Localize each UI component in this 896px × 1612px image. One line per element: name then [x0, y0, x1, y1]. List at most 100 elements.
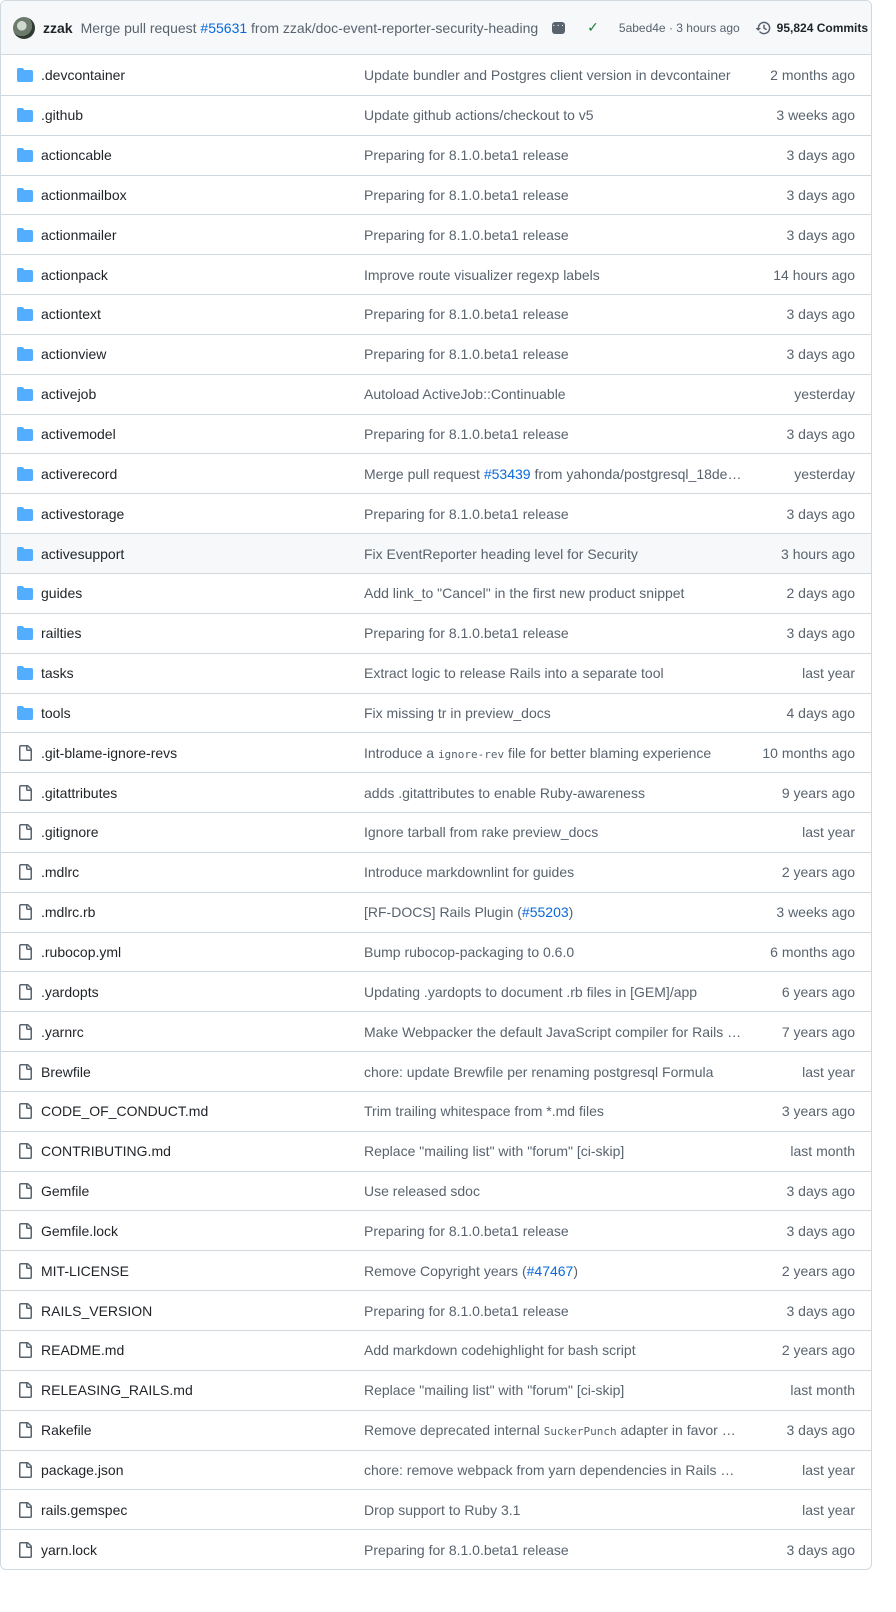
commit-message-link[interactable]: [RF-DOCS] Rails Plugin (#55203) — [364, 904, 742, 920]
file-name-link[interactable]: .rubocop.yml — [41, 944, 121, 960]
commit-age[interactable]: 3 days ago — [787, 1223, 856, 1239]
commit-message-link[interactable]: Preparing for 8.1.0.beta1 release — [364, 1223, 742, 1239]
commit-message-link[interactable]: chore: update Brewfile per renaming post… — [364, 1064, 742, 1080]
commit-message-link[interactable]: Preparing for 8.1.0.beta1 release — [364, 346, 742, 362]
commit-age[interactable]: last year — [802, 1462, 855, 1478]
commit-message-link[interactable]: Extract logic to release Rails into a se… — [364, 665, 742, 681]
pr-link[interactable]: #53439 — [484, 466, 531, 482]
commit-age[interactable]: last month — [790, 1382, 855, 1398]
commits-count[interactable]: 95,824 Commits — [777, 21, 868, 35]
file-name-link[interactable]: yarn.lock — [41, 1542, 97, 1558]
commit-message-link[interactable]: Introduce markdownlint for guides — [364, 864, 742, 880]
commit-age[interactable]: 3 days ago — [787, 1183, 856, 1199]
commit-age[interactable]: 3 days ago — [787, 1542, 856, 1558]
commit-message-link[interactable]: Preparing for 8.1.0.beta1 release — [364, 187, 742, 203]
commit-age[interactable]: yesterday — [794, 386, 855, 402]
commit-message-link[interactable]: Update bundler and Postgres client versi… — [364, 67, 742, 83]
file-name-link[interactable]: .mdlrc — [41, 864, 79, 880]
commit-message-link[interactable]: Preparing for 8.1.0.beta1 release — [364, 426, 742, 442]
commit-age[interactable]: 14 hours ago — [773, 267, 855, 283]
commit-message-link[interactable]: Remove deprecated internal SuckerPunch a… — [364, 1422, 742, 1438]
file-name-link[interactable]: RELEASING_RAILS.md — [41, 1382, 193, 1398]
folder-name-link[interactable]: activesupport — [41, 546, 124, 562]
commit-message-link[interactable]: adds .gitattributes to enable Ruby-aware… — [364, 785, 742, 801]
commit-age[interactable]: 3 years ago — [782, 1103, 855, 1119]
folder-name-link[interactable]: railties — [41, 625, 81, 641]
commit-message-link[interactable]: Remove Copyright years (#47467) — [364, 1263, 742, 1279]
folder-name-link[interactable]: actionmailbox — [41, 187, 127, 203]
commit-age[interactable]: 3 days ago — [787, 1422, 856, 1438]
file-name-link[interactable]: .mdlrc.rb — [41, 904, 95, 920]
folder-name-link[interactable]: actionmailer — [41, 227, 116, 243]
commit-age[interactable]: 2 years ago — [782, 1342, 855, 1358]
file-name-link[interactable]: CODE_OF_CONDUCT.md — [41, 1103, 208, 1119]
commit-message-link[interactable]: Preparing for 8.1.0.beta1 release — [364, 625, 742, 641]
commit-message-link[interactable]: Make Webpacker the default JavaScript co… — [364, 1024, 742, 1040]
commit-age[interactable]: 3 days ago — [787, 147, 856, 163]
commits-count-link[interactable]: 95,824 Commits — [755, 20, 868, 36]
commit-age[interactable]: 7 years ago — [782, 1024, 855, 1040]
file-name-link[interactable]: .yarnrc — [41, 1024, 84, 1040]
file-name-link[interactable]: .git-blame-ignore-revs — [41, 745, 177, 761]
folder-name-link[interactable]: tools — [41, 705, 71, 721]
folder-name-link[interactable]: tasks — [41, 665, 74, 681]
commit-message-link[interactable]: Trim trailing whitespace from *.md files — [364, 1103, 742, 1119]
commit-age[interactable]: last year — [802, 1064, 855, 1080]
commit-age[interactable]: 3 days ago — [787, 187, 856, 203]
file-name-link[interactable]: .gitignore — [41, 824, 99, 840]
avatar[interactable] — [13, 16, 35, 39]
file-name-link[interactable]: .yardopts — [41, 984, 99, 1000]
commit-message-link[interactable]: Fix EventReporter heading level for Secu… — [364, 546, 742, 562]
commit-message-link[interactable]: Preparing for 8.1.0.beta1 release — [364, 1303, 742, 1319]
commit-message-link[interactable]: Preparing for 8.1.0.beta1 release — [364, 506, 742, 522]
folder-name-link[interactable]: actioncable — [41, 147, 112, 163]
commit-message-link[interactable]: Updating .yardopts to document .rb files… — [364, 984, 742, 1000]
check-icon[interactable]: ✓ — [587, 19, 599, 36]
folder-name-link[interactable]: .devcontainer — [41, 67, 125, 83]
commit-age[interactable]: 3 days ago — [787, 625, 856, 641]
commit-age[interactable]: 3 weeks ago — [776, 107, 855, 123]
commit-age[interactable]: 3 days ago — [787, 346, 856, 362]
commit-age[interactable]: last month — [790, 1143, 855, 1159]
file-name-link[interactable]: Rakefile — [41, 1422, 92, 1438]
folder-name-link[interactable]: activemodel — [41, 426, 116, 442]
commit-age[interactable]: 10 months ago — [762, 745, 855, 761]
commit-age[interactable]: 2 days ago — [787, 585, 856, 601]
folder-name-link[interactable]: activejob — [41, 386, 96, 402]
commit-message-link[interactable]: Use released sdoc — [364, 1183, 742, 1199]
folder-name-link[interactable]: actiontext — [41, 306, 101, 322]
commit-message-link[interactable]: Merge pull request #53439 from yahonda/p… — [364, 466, 742, 482]
commit-age[interactable]: 3 days ago — [787, 306, 856, 322]
commit-message-link[interactable]: Ignore tarball from rake preview_docs — [364, 824, 742, 840]
commit-age[interactable]: last year — [802, 824, 855, 840]
pr-link[interactable]: #47467 — [527, 1263, 574, 1279]
commit-message-link[interactable]: Preparing for 8.1.0.beta1 release — [364, 147, 742, 163]
commit-age[interactable]: last year — [802, 1502, 855, 1518]
commit-age[interactable]: 9 years ago — [782, 785, 855, 801]
commit-message-link[interactable]: Replace "mailing list" with "forum" [ci-… — [364, 1143, 742, 1159]
commit-age[interactable]: 2 years ago — [782, 864, 855, 880]
pr-link[interactable]: #55203 — [522, 904, 569, 920]
commit-age[interactable]: 6 months ago — [770, 944, 855, 960]
folder-name-link[interactable]: activestorage — [41, 506, 124, 522]
commit-message-link[interactable]: chore: remove webpack from yarn dependen… — [364, 1462, 742, 1478]
commit-author[interactable]: zzak — [43, 20, 73, 36]
commit-age[interactable]: 3 days ago — [787, 227, 856, 243]
commit-message-link[interactable]: Introduce a ignore-rev file for better b… — [364, 745, 742, 761]
commit-age[interactable]: 3 days ago — [787, 506, 856, 522]
commit-age[interactable]: 3 days ago — [787, 426, 856, 442]
commit-message-link[interactable]: Add markdown codehighlight for bash scri… — [364, 1342, 742, 1358]
commit-age[interactable]: 3 days ago — [787, 1303, 856, 1319]
commit-message-link[interactable]: Bump rubocop-packaging to 0.6.0 — [364, 944, 742, 960]
file-name-link[interactable]: CONTRIBUTING.md — [41, 1143, 171, 1159]
commit-age[interactable]: 2 years ago — [782, 1263, 855, 1279]
commit-message-link[interactable]: Fix missing tr in preview_docs — [364, 705, 742, 721]
commit-sha-and-time[interactable]: 5abed4e · 3 hours ago — [619, 21, 740, 35]
commit-message-link[interactable]: Autoload ActiveJob::Continuable — [364, 386, 742, 402]
file-name-link[interactable]: Gemfile.lock — [41, 1223, 118, 1239]
folder-name-link[interactable]: actionview — [41, 346, 106, 362]
file-name-link[interactable]: Brewfile — [41, 1064, 91, 1080]
expand-message-button[interactable]: ··· — [552, 20, 566, 34]
file-name-link[interactable]: rails.gemspec — [41, 1502, 127, 1518]
file-name-link[interactable]: package.json — [41, 1462, 124, 1478]
